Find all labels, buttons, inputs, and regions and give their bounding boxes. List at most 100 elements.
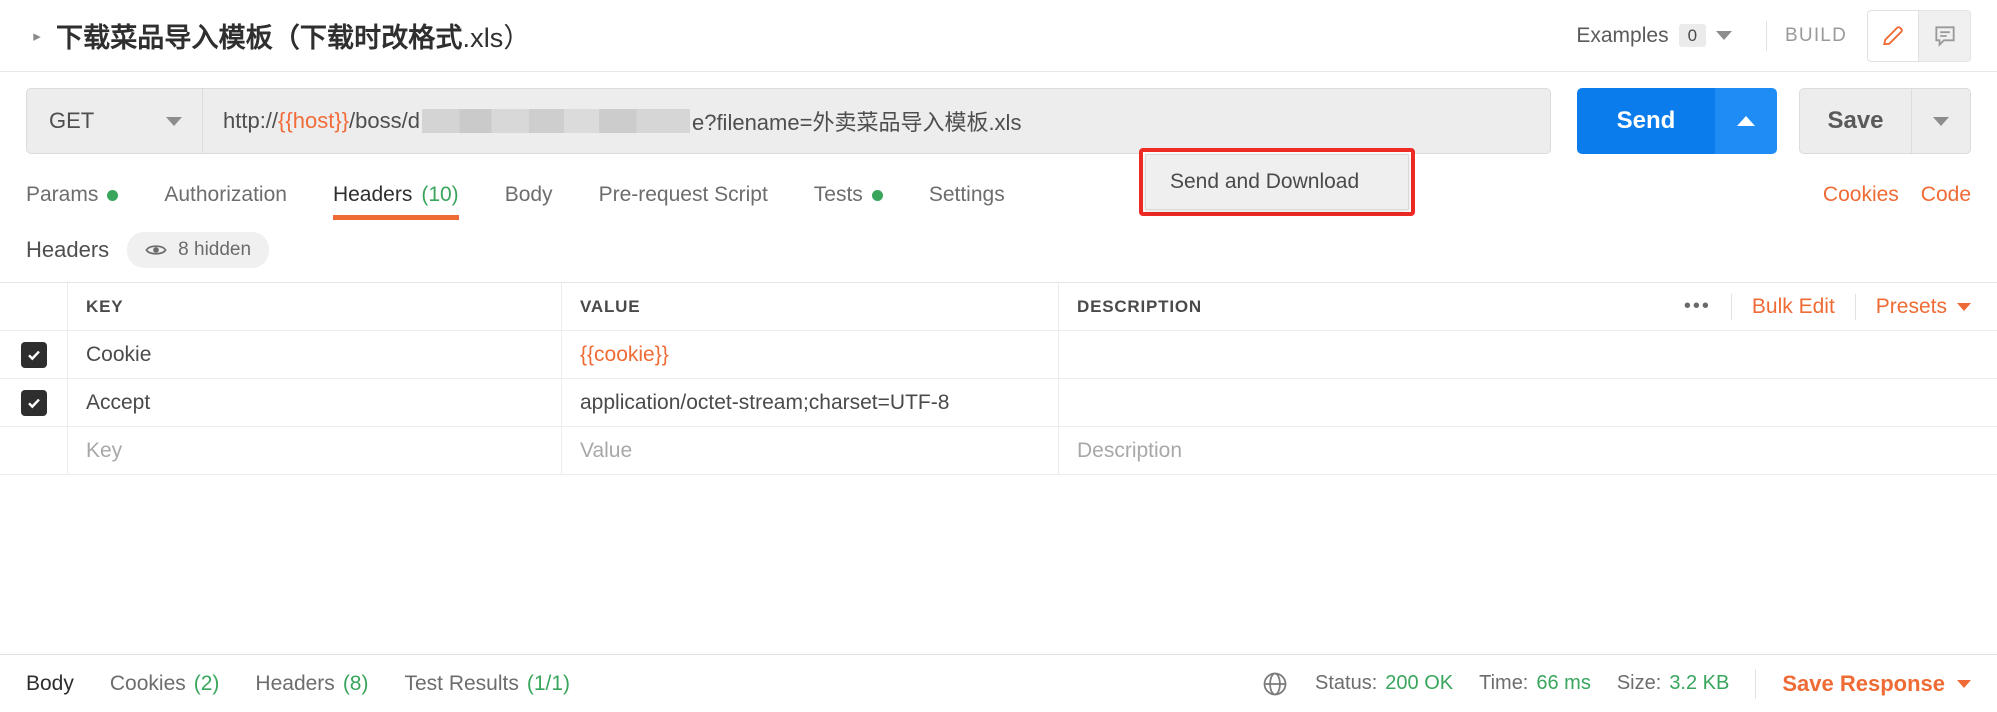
time-stat: Time: 66 ms bbox=[1479, 672, 1591, 695]
tab-label: Body bbox=[26, 671, 74, 695]
cookies-link[interactable]: Cookies bbox=[1823, 183, 1899, 207]
send-button[interactable]: Send bbox=[1577, 88, 1715, 154]
value-placeholder: Value bbox=[580, 438, 633, 462]
select-all-cell bbox=[0, 283, 68, 330]
save-button[interactable]: Save bbox=[1799, 88, 1911, 154]
new-description-input[interactable]: Description bbox=[1059, 427, 1997, 474]
hidden-headers-toggle[interactable]: 8 hidden bbox=[127, 232, 270, 268]
divider bbox=[1755, 668, 1757, 699]
tab-label: Headers bbox=[332, 183, 413, 206]
row-checkbox-cell[interactable] bbox=[0, 379, 68, 426]
presets-label: Presets bbox=[1875, 294, 1947, 318]
send-dropdown-highlight: Send and Download bbox=[1139, 148, 1415, 216]
chevron-down-icon bbox=[1933, 116, 1949, 126]
globe-icon[interactable] bbox=[1261, 670, 1289, 698]
column-header-value: VALUE bbox=[562, 283, 1059, 330]
comments-button[interactable] bbox=[1919, 9, 1971, 62]
http-method-select[interactable]: GET bbox=[26, 88, 202, 154]
table-row[interactable]: Accept application/octet-stream;charset=… bbox=[0, 379, 1997, 427]
column-label: VALUE bbox=[580, 296, 641, 316]
row-value-cell[interactable]: application/octet-stream;charset=UTF-8 bbox=[562, 379, 1059, 426]
tab-pre-request-script[interactable]: Pre-request Script bbox=[599, 183, 768, 220]
response-tab-cookies[interactable]: Cookies (2) bbox=[110, 672, 220, 696]
tab-headers[interactable]: Headers (10) bbox=[332, 183, 459, 220]
save-options-button[interactable] bbox=[1911, 88, 1971, 154]
tab-bar-links: Cookies Code bbox=[1823, 183, 1971, 220]
tab-label: Pre-request Script bbox=[598, 183, 768, 206]
title-bar-actions: Examples 0 BUILD bbox=[1576, 9, 1971, 62]
new-value-input[interactable]: Value bbox=[562, 427, 1059, 474]
response-tab-body[interactable]: Body bbox=[26, 672, 74, 696]
header-value: {{cookie}} bbox=[580, 342, 669, 366]
row-description-cell[interactable] bbox=[1059, 331, 1997, 378]
send-and-download-menu-item[interactable]: Send and Download bbox=[1145, 154, 1409, 210]
size-value: 3.2 KB bbox=[1669, 672, 1730, 694]
eye-icon bbox=[145, 245, 167, 255]
divider bbox=[1766, 20, 1768, 51]
chevron-down-icon[interactable] bbox=[1716, 31, 1733, 40]
save-response-button[interactable]: Save Response bbox=[1782, 671, 1971, 697]
row-description-cell[interactable] bbox=[1059, 379, 1997, 426]
new-key-input[interactable]: Key bbox=[68, 427, 562, 474]
tab-params[interactable]: Params bbox=[26, 183, 119, 220]
url-redacted-block bbox=[421, 109, 690, 133]
table-row[interactable]: Cookie {{cookie}} bbox=[0, 331, 1997, 379]
ellipsis-icon[interactable]: ••• bbox=[1664, 293, 1732, 320]
tab-badge: (2) bbox=[193, 671, 220, 695]
response-tab-headers[interactable]: Headers (8) bbox=[255, 672, 368, 696]
chevron-up-icon bbox=[1737, 116, 1755, 126]
headers-section-bar: Headers 8 hidden bbox=[0, 220, 1997, 282]
postman-request-view: ▸ 下载菜品导入模板（下载时改格式.xls） Examples 0 BUILD bbox=[0, 0, 1997, 712]
url-suffix: e?filename=外卖菜品导入模板.xls bbox=[691, 110, 1022, 135]
code-link[interactable]: Code bbox=[1921, 183, 1971, 207]
tab-label: Settings bbox=[928, 183, 1005, 206]
send-options-button[interactable] bbox=[1715, 88, 1777, 154]
headers-table: KEY VALUE DESCRIPTION ••• Bulk Edit Pres… bbox=[0, 282, 1997, 475]
bulk-edit-button[interactable]: Bulk Edit bbox=[1732, 293, 1856, 320]
tab-authorization[interactable]: Authorization bbox=[164, 183, 287, 220]
tab-label: Tests bbox=[813, 183, 863, 206]
save-button-group: Save bbox=[1799, 88, 1971, 154]
time-value: 66 ms bbox=[1536, 672, 1591, 694]
response-meta: Status: 200 OK Time: 66 ms Size: 3.2 KB … bbox=[1261, 668, 1971, 699]
tab-badge: (8) bbox=[342, 671, 369, 695]
tab-label: Body bbox=[504, 183, 553, 206]
row-key-cell[interactable]: Accept bbox=[68, 379, 562, 426]
tab-settings[interactable]: Settings bbox=[929, 183, 1005, 220]
time-label: Time: bbox=[1479, 672, 1529, 694]
status-label: Status: bbox=[1315, 672, 1378, 694]
checkbox-checked-icon[interactable] bbox=[20, 389, 47, 416]
examples-selector[interactable]: Examples 0 bbox=[1576, 24, 1748, 48]
save-response-label: Save Response bbox=[1782, 670, 1945, 696]
chevron-down-icon bbox=[1957, 302, 1971, 311]
row-checkbox-cell bbox=[0, 427, 68, 474]
presets-button[interactable]: Presets bbox=[1856, 295, 1997, 319]
page-title: 下载菜品导入模板（下载时改格式.xls） bbox=[56, 16, 531, 55]
row-value-cell[interactable]: {{cookie}} bbox=[562, 331, 1059, 378]
chevron-down-icon[interactable] bbox=[166, 116, 182, 126]
tab-label: Headers bbox=[255, 671, 335, 695]
status-dot-icon bbox=[871, 189, 883, 201]
column-header-description: DESCRIPTION ••• Bulk Edit Presets bbox=[1059, 283, 1997, 330]
url-prefix: http:// bbox=[223, 108, 279, 133]
column-label: DESCRIPTION bbox=[1077, 296, 1202, 316]
key-placeholder: Key bbox=[86, 438, 123, 462]
response-tab-test-results[interactable]: Test Results (1/1) bbox=[404, 672, 570, 696]
row-key-cell[interactable]: Cookie bbox=[68, 331, 562, 378]
url-input[interactable]: http://{{host}}/boss/d e?filename=外卖菜品导入模… bbox=[202, 88, 1551, 154]
tab-label: Params bbox=[26, 183, 99, 206]
row-checkbox-cell[interactable] bbox=[0, 331, 68, 378]
request-title-text: 下载菜品导入模板（下载时改格式 bbox=[56, 23, 463, 53]
examples-count-badge: 0 bbox=[1678, 24, 1707, 47]
edit-mode-button[interactable] bbox=[1867, 9, 1919, 62]
status-dot-icon bbox=[107, 189, 119, 201]
checkbox-checked-icon[interactable] bbox=[20, 341, 47, 368]
hidden-headers-count: 8 hidden bbox=[178, 239, 252, 260]
pencil-icon bbox=[1883, 25, 1903, 45]
url-bar: GET http://{{host}}/boss/d e?filename=外卖菜… bbox=[0, 72, 1997, 168]
triangle-right-icon[interactable]: ▸ bbox=[26, 25, 48, 47]
table-row-new[interactable]: Key Value Description bbox=[0, 427, 1997, 475]
tab-tests[interactable]: Tests bbox=[814, 183, 883, 220]
url-variable: {{host}} bbox=[278, 108, 350, 133]
tab-body[interactable]: Body bbox=[505, 183, 553, 220]
